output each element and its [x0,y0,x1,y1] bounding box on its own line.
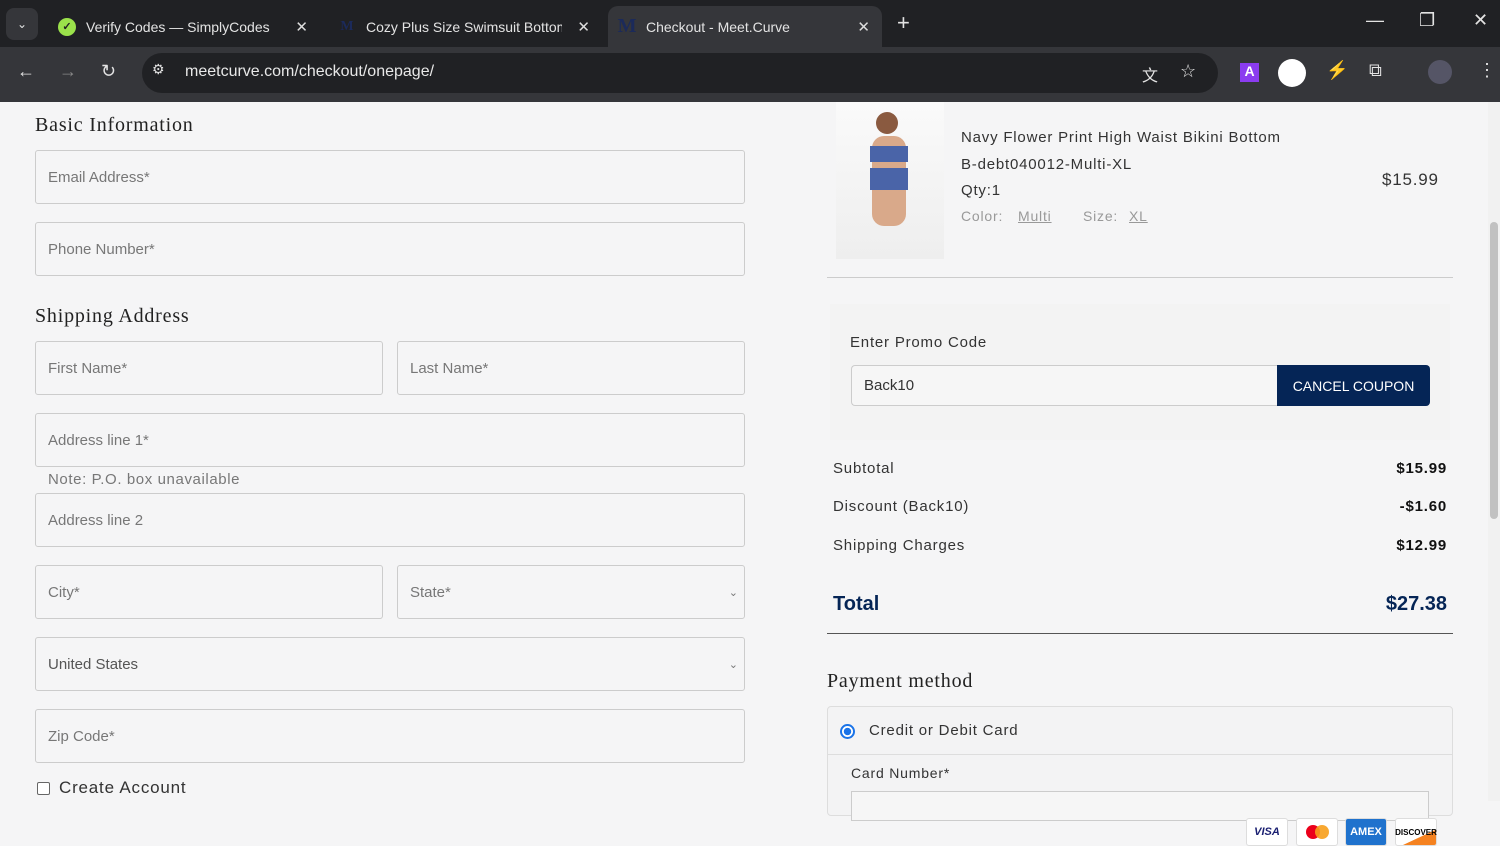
email-placeholder: Email Address* [48,168,150,186]
close-window-icon[interactable]: ✕ [1473,10,1488,31]
address2-field[interactable]: Address line 2 [35,493,745,547]
promo-input[interactable]: Back10 [851,365,1279,406]
url-text: meetcurve.com/checkout/onepage/ [185,63,435,80]
address1-field[interactable]: Address line 1* [35,413,745,467]
divider [827,277,1453,278]
profile-avatar[interactable] [1428,60,1452,84]
total-value: $27.38 [1385,593,1447,615]
meetcurve-favicon: M [617,15,637,37]
discount-value: -$1.60 [1399,498,1447,515]
minimize-icon[interactable]: — [1366,10,1384,31]
amex-icon: AMEX [1345,818,1387,846]
scrollbar[interactable] [1488,102,1500,801]
city-field[interactable]: City* [35,565,383,619]
address-bar[interactable]: ⚙ meetcurve.com/checkout/onepage/ 文 ☆ [142,53,1218,93]
shipping-value: $12.99 [1396,537,1447,554]
discover-icon: DISCOVER [1395,818,1437,846]
credit-card-radio[interactable] [840,724,855,739]
browser-chrome: ⌄ ✓ Verify Codes — SimplyCodes ✕ M Cozy … [0,0,1500,102]
meetcurve-favicon: M [340,18,354,34]
extensions-puzzle-icon[interactable]: ⧉ [1369,60,1382,81]
tab-bar: ⌄ ✓ Verify Codes — SimplyCodes ✕ M Cozy … [0,0,1500,47]
site-info-icon[interactable]: ⚙ [152,61,165,78]
zip-field[interactable]: Zip Code* [35,709,745,763]
address1-placeholder: Address line 1* [48,431,149,449]
tab-title: Checkout - Meet.Curve [646,18,790,35]
email-field[interactable]: Email Address* [35,150,745,204]
total-label: Total [833,593,880,615]
tab-swimsuit[interactable]: M Cozy Plus Size Swimsuit Bottom ✕ [330,6,602,47]
visa-icon: VISA [1246,818,1288,846]
promo-label: Enter Promo Code [850,334,988,351]
create-account-checkbox[interactable] [37,782,50,795]
toolbar: ← → ↻ ⚙ meetcurve.com/checkout/onepage/ … [0,47,1500,102]
address2-placeholder: Address line 2 [48,511,144,529]
extension-a-icon[interactable]: A [1240,63,1259,82]
state-placeholder: State* [410,583,451,601]
product-sku: B-debt040012-Multi-XL [961,156,1133,173]
chevron-down-icon: ⌄ [728,586,738,599]
cancel-coupon-button[interactable]: CANCEL COUPON [1277,365,1430,406]
mastercard-icon [1296,818,1338,846]
shipping-heading: Shipping Address [35,305,190,327]
chevron-down-icon: ⌄ [728,658,738,671]
close-tab-icon[interactable]: ✕ [577,18,590,36]
tab-title: Verify Codes — SimplyCodes [86,18,270,35]
subtotal-label: Subtotal [833,460,895,477]
reload-icon[interactable]: ↻ [101,61,116,82]
scrollbar-thumb[interactable] [1490,222,1498,519]
payment-heading: Payment method [827,670,974,692]
simplycodes-favicon: ✓ [58,17,76,36]
subtotal-value: $15.99 [1396,460,1447,477]
country-value: United States [48,655,139,673]
tab-simplycodes[interactable]: ✓ Verify Codes — SimplyCodes ✕ [48,6,320,47]
divider [827,633,1453,634]
last-name-field[interactable]: Last Name* [397,341,745,395]
extension-circle-icon[interactable] [1278,59,1306,87]
tab-checkout[interactable]: M Checkout - Meet.Curve ✕ [608,6,882,47]
phone-field[interactable]: Phone Number* [35,222,745,276]
divider [828,754,1452,755]
first-name-field[interactable]: First Name* [35,341,383,395]
shipping-label: Shipping Charges [833,537,966,554]
extension-bolt-icon[interactable]: ⚡ [1326,60,1348,81]
basic-info-heading: Basic Information [35,114,194,136]
color-label: Color: [961,208,1004,224]
product-name: Navy Flower Print High Waist Bikini Bott… [961,129,1281,146]
tab-title: Cozy Plus Size Swimsuit Bottom [366,18,562,35]
product-price: $15.99 [1382,170,1439,189]
checkout-page: Basic Information Email Address* Phone N… [0,102,1488,846]
size-value[interactable]: XL [1129,208,1148,224]
po-box-note: Note: P.O. box unavailable [48,471,241,488]
back-icon[interactable]: ← [17,61,35,82]
card-number-label: Card Number* [851,765,951,781]
city-placeholder: City* [48,583,80,601]
promo-section: Enter Promo Code Back10 CANCEL COUPON [830,304,1450,440]
create-account-label: Create Account [59,778,187,797]
forward-icon[interactable]: → [59,61,77,82]
translate-icon[interactable]: 文 [1142,62,1158,86]
restore-icon[interactable]: ❐ [1419,10,1435,31]
credit-card-label: Credit or Debit Card [869,722,1019,739]
bookmark-star-icon[interactable]: ☆ [1180,61,1196,82]
close-tab-icon[interactable]: ✕ [857,18,870,36]
product-qty: Qty:1 [961,182,1001,199]
size-label: Size: [1083,208,1119,224]
new-tab-icon[interactable]: + [897,10,910,36]
zip-placeholder: Zip Code* [48,727,115,745]
country-select[interactable]: United States ⌄ [35,637,745,691]
first-name-placeholder: First Name* [48,359,128,377]
discount-label: Discount (Back10) [833,498,970,515]
color-value[interactable]: Multi [1018,208,1052,224]
tab-search-button[interactable]: ⌄ [6,8,38,40]
menu-icon[interactable]: ⋮ [1478,60,1496,81]
payment-box: Credit or Debit Card Card Number* [827,706,1453,821]
state-select[interactable]: State* ⌄ [397,565,745,619]
product-image [836,102,944,259]
last-name-placeholder: Last Name* [410,359,489,377]
card-number-input[interactable] [851,791,1429,821]
phone-placeholder: Phone Number* [48,240,155,258]
close-tab-icon[interactable]: ✕ [295,18,308,36]
